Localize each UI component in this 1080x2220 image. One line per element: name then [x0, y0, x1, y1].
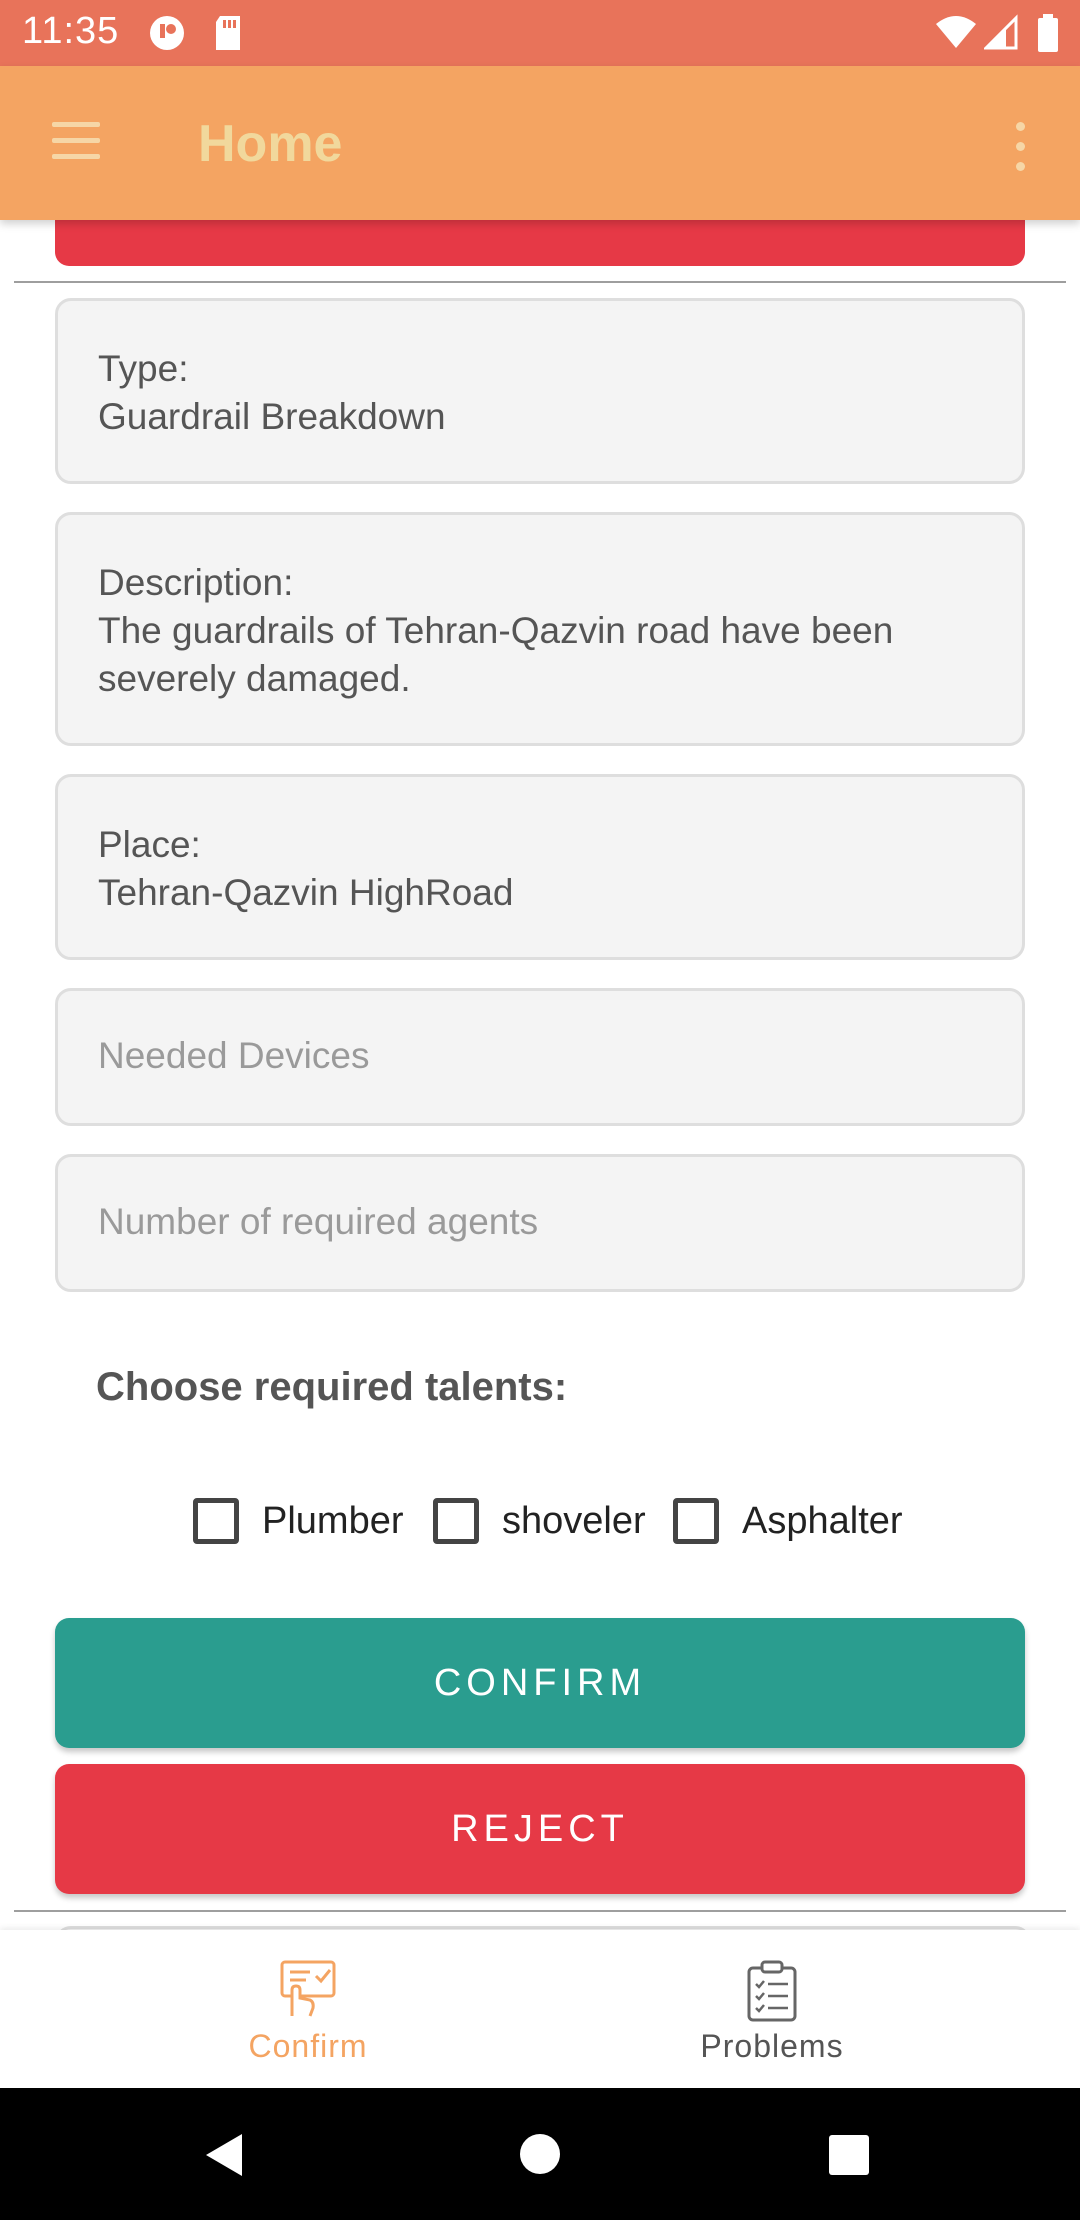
clipboard-checklist-icon	[747, 1960, 797, 2022]
card-divider	[14, 1910, 1066, 1912]
wifi-icon	[936, 16, 976, 48]
shoveler-checkbox[interactable]	[433, 1498, 479, 1544]
place-field: Place: Tehran-Qazvin HighRoad	[55, 774, 1025, 960]
status-bar: 11:35	[0, 0, 1080, 66]
description-label: Description:	[98, 562, 294, 603]
plumber-label[interactable]: Plumber	[262, 1498, 404, 1544]
description-field: Description: The guardrails of Tehran-Qa…	[55, 512, 1025, 746]
bottom-navigation: Confirm Problems	[0, 1930, 1080, 2088]
nav-item-problems[interactable]: Problems	[502, 1930, 1042, 2088]
problem-list[interactable]: Type: Guardrail Breakdown Description: T…	[0, 220, 1080, 1930]
needed-devices-input[interactable]: Needed Devices	[55, 988, 1025, 1126]
nav-item-confirm[interactable]: Confirm	[38, 1930, 578, 2088]
place-label: Place:	[98, 824, 201, 865]
talents-title: Choose required talents:	[96, 1365, 568, 1409]
sd-card-icon	[216, 16, 240, 50]
type-field: Type: Guardrail Breakdown	[55, 298, 1025, 484]
description-value: The guardrails of Tehran-Qazvin road hav…	[98, 610, 894, 699]
page-title: Home	[198, 115, 343, 173]
confirm-icon	[280, 1960, 336, 2017]
previous-reject-button[interactable]	[55, 220, 1025, 266]
confirm-button[interactable]: CONFIRM	[55, 1618, 1025, 1748]
type-value: Guardrail Breakdown	[98, 396, 446, 437]
home-icon[interactable]	[518, 2132, 562, 2176]
required-agents-placeholder: Number of required agents	[98, 1201, 539, 1242]
notification-app-icon	[150, 16, 184, 50]
plumber-checkbox[interactable]	[193, 1498, 239, 1544]
asphalter-checkbox[interactable]	[673, 1498, 719, 1544]
app-bar: Home	[0, 66, 1080, 220]
more-options-icon[interactable]	[1000, 118, 1040, 178]
card-divider	[14, 281, 1066, 283]
asphalter-label[interactable]: Asphalter	[742, 1498, 903, 1544]
place-value: Tehran-Qazvin HighRoad	[98, 872, 514, 913]
required-agents-input[interactable]: Number of required agents	[55, 1154, 1025, 1292]
back-icon[interactable]	[202, 2132, 248, 2178]
recents-icon[interactable]	[828, 2134, 870, 2176]
nav-label-problems: Problems	[700, 2028, 844, 2064]
menu-icon[interactable]	[44, 118, 104, 168]
needed-devices-placeholder: Needed Devices	[98, 1035, 370, 1076]
nav-label-confirm: Confirm	[248, 2028, 368, 2064]
reject-button[interactable]: REJECT	[55, 1764, 1025, 1894]
status-time: 11:35	[22, 10, 120, 52]
type-label: Type:	[98, 348, 189, 389]
shoveler-label[interactable]: shoveler	[502, 1498, 646, 1544]
cell-signal-icon	[984, 14, 1018, 50]
system-navigation-bar	[0, 2088, 1080, 2220]
battery-icon	[1038, 14, 1058, 52]
